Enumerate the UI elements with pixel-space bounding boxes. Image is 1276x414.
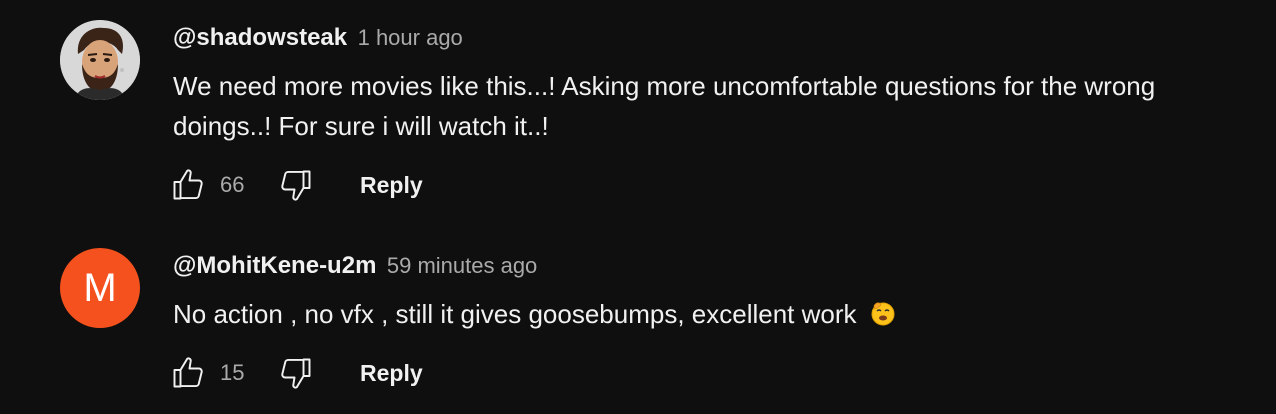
thumb-up-icon — [173, 169, 203, 200]
avatar-letter: M — [83, 265, 117, 310]
comment-actions: 15 Reply — [168, 353, 423, 393]
comment-text: We need more movies like this...! Asking… — [173, 71, 1156, 141]
dislike-button[interactable] — [276, 353, 316, 393]
like-count: 15 — [220, 360, 245, 385]
reply-button[interactable]: Reply — [360, 172, 423, 199]
like-button[interactable] — [168, 353, 208, 393]
author-name[interactable]: @MohitKene-u2m — [173, 252, 376, 279]
comment-thread-2: M @MohitKene-u2m 59 minutes ago No actio… — [0, 230, 1276, 414]
timestamp[interactable]: 59 minutes ago — [387, 253, 537, 278]
dislike-button[interactable] — [276, 165, 316, 205]
comment-actions: 66 Reply — [168, 165, 423, 205]
thumb-up-icon — [173, 357, 203, 388]
reply-button[interactable]: Reply — [360, 360, 423, 387]
thumb-down-icon — [281, 358, 311, 389]
avatar[interactable]: M — [60, 248, 140, 328]
timestamp[interactable]: 1 hour ago — [358, 25, 463, 50]
like-button[interactable] — [168, 165, 208, 205]
comment-header: @MohitKene-u2m 59 minutes ago — [173, 252, 537, 280]
comment-header: @shadowsteak 1 hour ago — [173, 24, 463, 52]
avatar-photo-icon — [60, 20, 140, 100]
author-name[interactable]: @shadowsteak — [173, 24, 347, 51]
avatar[interactable] — [60, 20, 140, 100]
like-count: 66 — [220, 172, 245, 197]
comment-text-body: No action , no vfx , still it gives goos… — [173, 299, 857, 329]
thumb-down-icon — [281, 170, 311, 201]
smiling-face-with-hand-over-mouth-icon — [871, 302, 895, 326]
comment-thread-1: @shadowsteak 1 hour ago We need more mov… — [0, 0, 1276, 230]
comment-text: No action , no vfx , still it gives goos… — [173, 294, 1253, 334]
